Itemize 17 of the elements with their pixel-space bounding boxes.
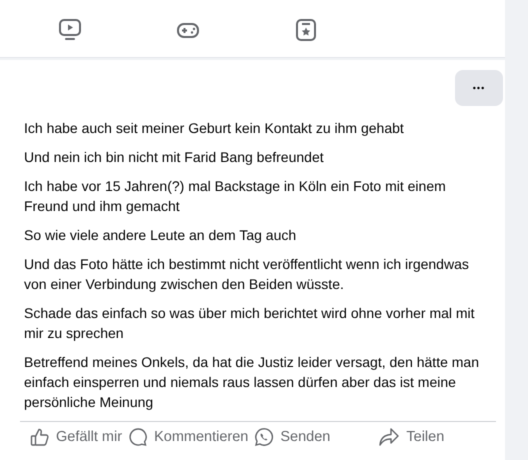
action-button[interactable]: Teilen — [378, 427, 444, 447]
post-text: Schade das einfach so was über mich berichtet wird ohne vorher mal mit mir zu sprechen — [24, 304, 476, 343]
whatsapp-icon — [254, 427, 274, 447]
thumbs-up-icon — [30, 427, 50, 447]
post-text: So wie viele andere Leute an dem Tag auch — [24, 226, 298, 245]
post-text: Ich habe auch seit meiner Geburt kein Kontakt zu ihm gehabt — [24, 119, 405, 138]
action-button[interactable]: Gefällt mir — [30, 427, 122, 447]
video-icon[interactable] — [58, 18, 82, 42]
share-arrow-icon — [378, 427, 400, 447]
action-button[interactable]: Kommentieren — [128, 427, 248, 447]
comment-icon — [128, 427, 148, 447]
post-text: Und nein ich bin nicht mit Farid Bang befreundet — [24, 148, 325, 167]
more-button[interactable]: ••• — [455, 70, 503, 106]
post-text: Und das Foto hätte ich bestimmt nicht veröffentlicht wenn ich irgendwas von einer Verbindung zwischen den Beiden wüsste. — [24, 255, 470, 294]
action-button[interactable]: Senden — [254, 427, 330, 447]
post-text: Ich habe vor 15 Jahren(?) mal Backstage in Köln ein Foto mit einem Freund und ihm gemacht — [24, 177, 447, 216]
post-text: Betreffend meines Onkels, da hat die Justiz leider versagt, den hätte man einfach einsperren und niemals raus lassen dürfen aber das ist meine persönliche Meinung — [24, 353, 480, 412]
